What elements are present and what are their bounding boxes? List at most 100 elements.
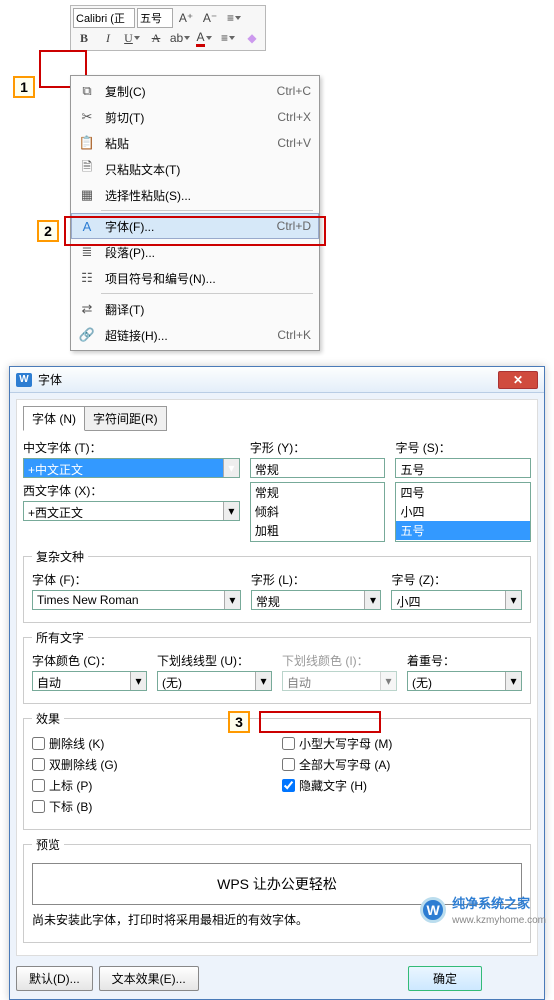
menu-paste-shortcut: Ctrl+V	[277, 136, 311, 150]
cjk-font-value: +中文正文	[24, 459, 223, 477]
menu-cut-shortcut: Ctrl+X	[277, 110, 311, 124]
complex-legend: 复杂文种	[32, 548, 88, 565]
sub-checkbox[interactable]: 下标 (B)	[32, 798, 272, 815]
callout-3: 3	[228, 711, 250, 733]
highlight-button[interactable]: ab	[169, 28, 191, 48]
app-icon: W	[16, 373, 32, 387]
cx-style-combo[interactable]: 常规▾	[251, 590, 382, 610]
size-label: 字号 (S)：	[395, 439, 531, 456]
watermark-name: 纯净系统之家	[452, 893, 546, 912]
highlight-box-3	[259, 711, 381, 733]
size-opt[interactable]: 小四	[396, 502, 530, 521]
paste-icon: 📋	[77, 135, 97, 151]
font-size-select[interactable]	[137, 8, 173, 28]
font-name-select[interactable]	[73, 8, 135, 28]
cx-size-combo[interactable]: 小四▾	[391, 590, 522, 610]
underline-button[interactable]: U	[121, 28, 143, 48]
ul-color-label: 下划线颜色 (I)：	[282, 652, 397, 669]
cx-style-label: 字形 (L)：	[251, 571, 382, 588]
chevron-down-icon: ▾	[224, 591, 240, 609]
strike-checkbox[interactable]: 删除线 (K)	[32, 735, 272, 752]
smallcaps-label: 小型大写字母 (M)	[299, 735, 392, 752]
eraser-button[interactable]: ◆	[241, 28, 263, 48]
tab-spacing[interactable]: 字符间距(R)	[84, 406, 167, 431]
complex-script-group: 复杂文种 字体 (F)： Times New Roman▾ 字形 (L)： 常规…	[23, 548, 531, 623]
allcaps-checkbox[interactable]: 全部大写字母 (A)	[282, 756, 522, 773]
shrink-font-button[interactable]: A⁻	[199, 8, 221, 28]
paste-text-icon: 🗎	[77, 158, 97, 180]
text-effects-button[interactable]: 文本效果(E)...	[99, 966, 199, 991]
super-checkbox[interactable]: 上标 (P)	[32, 777, 272, 794]
underline-combo[interactable]: (无)▾	[157, 671, 272, 691]
menu-paste-text-label: 只粘贴文本(T)	[97, 161, 311, 178]
menu-separator	[101, 293, 313, 294]
sub-label: 下标 (B)	[49, 798, 92, 815]
tab-font[interactable]: 字体 (N)	[23, 406, 85, 431]
strike-button[interactable]: A	[145, 28, 167, 48]
mini-toolbar: A⁺ A⁻ ≡ B I U A ab A ≡ ◆	[70, 5, 266, 51]
emphasis-label: 着重号：	[407, 652, 522, 669]
menu-paste-label: 粘贴	[97, 135, 277, 152]
ul-color-combo: 自动▾	[282, 671, 397, 691]
chevron-down-icon: ▾	[255, 672, 271, 690]
menu-translate-label: 翻译(T)	[97, 301, 311, 318]
dstrike-checkbox[interactable]: 双删除线 (G)	[32, 756, 272, 773]
font-color-combo[interactable]: 自动▾	[32, 671, 147, 691]
style-label: 字形 (Y)：	[250, 439, 386, 456]
style-opt[interactable]: 加粗	[251, 521, 385, 540]
menu-paste-special[interactable]: ▦ 选择性粘贴(S)...	[71, 182, 319, 208]
underline-label: 下划线线型 (U)：	[157, 652, 272, 669]
grow-font-button[interactable]: A⁺	[175, 8, 197, 28]
menu-paragraph-label: 段落(P)...	[97, 244, 311, 261]
menu-hyperlink-shortcut: Ctrl+K	[277, 328, 311, 342]
font-color-button[interactable]: A	[193, 28, 215, 48]
menu-paste[interactable]: 📋 粘贴 Ctrl+V	[71, 130, 319, 156]
hidden-label: 隐藏文字 (H)	[299, 777, 367, 794]
ok-button[interactable]: 确定	[408, 966, 482, 991]
style-combo[interactable]: 常规	[250, 458, 386, 478]
italic-button[interactable]: I	[97, 28, 119, 48]
bold-button[interactable]: B	[73, 28, 95, 48]
emphasis-value: (无)	[408, 672, 505, 690]
cx-style-value: 常规	[252, 591, 365, 609]
effects-legend: 效果	[32, 710, 64, 727]
size-combo[interactable]: 五号	[395, 458, 531, 478]
bullets-icon: ☷	[77, 270, 97, 286]
style-listbox[interactable]: 常规 倾斜 加粗	[250, 482, 386, 542]
menu-translate[interactable]: ⇄ 翻译(T)	[71, 296, 319, 322]
menu-cut-label: 剪切(T)	[97, 109, 277, 126]
menu-paste-text[interactable]: 🗎 只粘贴文本(T)	[71, 156, 319, 182]
style-opt[interactable]: 倾斜	[251, 502, 385, 521]
super-label: 上标 (P)	[49, 777, 92, 794]
cx-font-combo[interactable]: Times New Roman▾	[32, 590, 241, 610]
dialog-title: 字体	[38, 371, 498, 388]
menu-hyperlink[interactable]: 🔗 超链接(H)... Ctrl+K	[71, 322, 319, 348]
align-button[interactable]: ≡	[217, 28, 239, 48]
menu-hyperlink-label: 超链接(H)...	[97, 327, 277, 344]
cx-font-label: 字体 (F)：	[32, 571, 241, 588]
menu-copy[interactable]: ⧉ 复制(C) Ctrl+C	[71, 78, 319, 104]
menu-bullets[interactable]: ☷ 项目符号和编号(N)...	[71, 265, 319, 291]
cjk-font-combo[interactable]: +中文正文 ▾	[23, 458, 240, 478]
default-button[interactable]: 默认(D)...	[16, 966, 93, 991]
hidden-checkbox[interactable]: 隐藏文字 (H)	[282, 777, 522, 794]
latin-font-combo[interactable]: +西文正文 ▾	[23, 501, 240, 521]
hyperlink-icon: 🔗	[77, 327, 97, 343]
line-spacing-button[interactable]: ≡	[223, 8, 245, 28]
style-opt[interactable]: 常规	[251, 483, 385, 502]
allcaps-label: 全部大写字母 (A)	[299, 756, 390, 773]
menu-copy-label: 复制(C)	[97, 83, 277, 100]
callout-2: 2	[37, 220, 59, 242]
menu-cut[interactable]: ✂ 剪切(T) Ctrl+X	[71, 104, 319, 130]
size-listbox[interactable]: 四号 小四 五号	[395, 482, 531, 542]
size-opt[interactable]: 四号	[396, 483, 530, 502]
smallcaps-checkbox[interactable]: 小型大写字母 (M)	[282, 735, 522, 752]
chevron-down-icon: ▾	[505, 591, 521, 609]
close-button[interactable]: ✕	[498, 371, 538, 389]
underline-value: (无)	[158, 672, 255, 690]
cx-font-value: Times New Roman	[33, 591, 224, 609]
emphasis-combo[interactable]: (无)▾	[407, 671, 522, 691]
style-value: 常规	[251, 459, 385, 477]
menu-paste-special-label: 选择性粘贴(S)...	[97, 187, 311, 204]
size-opt[interactable]: 五号	[396, 521, 530, 540]
